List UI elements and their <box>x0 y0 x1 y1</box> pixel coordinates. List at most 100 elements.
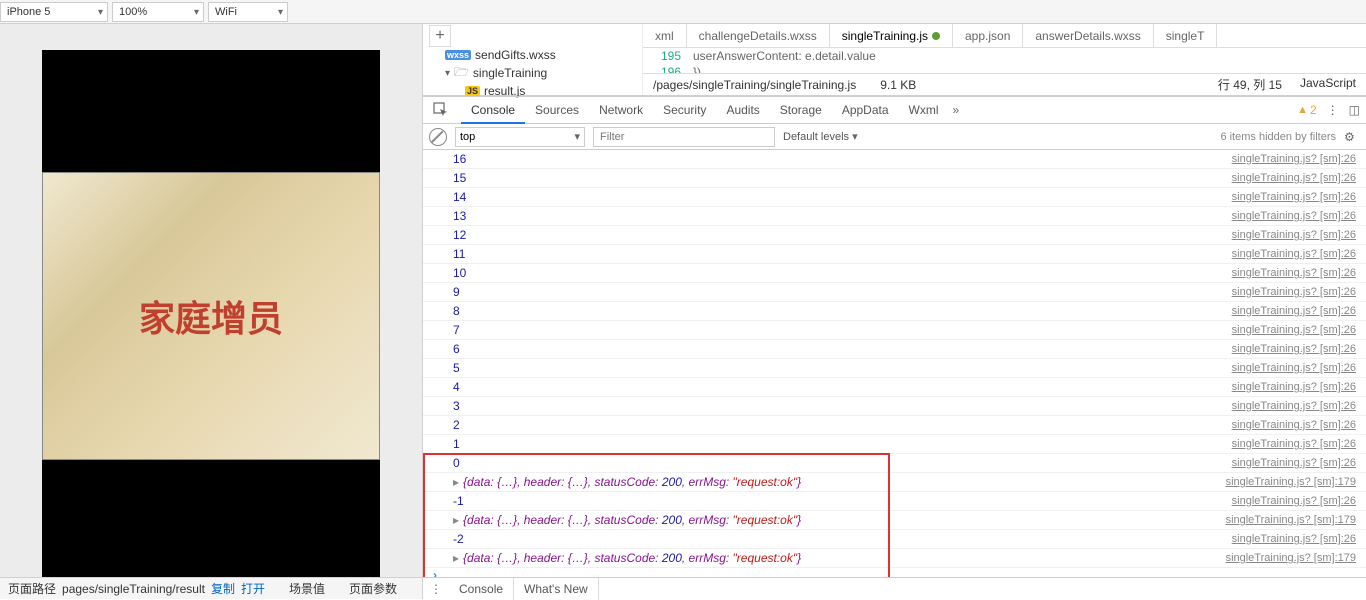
console-source-link[interactable]: singleTraining.js? [sm]:26 <box>1232 267 1366 279</box>
console-source-link[interactable]: singleTraining.js? [sm]:26 <box>1232 343 1366 355</box>
console-source-link[interactable]: singleTraining.js? [sm]:26 <box>1232 210 1366 222</box>
params-label: 页面参数 <box>349 580 397 597</box>
console-source-link[interactable]: singleTraining.js? [sm]:26 <box>1232 495 1366 507</box>
console-row[interactable]: 11singleTraining.js? [sm]:26 <box>423 245 1366 264</box>
console-source-link[interactable]: singleTraining.js? [sm]:179 <box>1226 514 1366 526</box>
app-screen[interactable]: 家庭增员 <box>42 172 380 460</box>
console-source-link[interactable]: singleTraining.js? [sm]:26 <box>1232 419 1366 431</box>
new-file-button[interactable]: + <box>429 25 451 47</box>
devtools-tab-network[interactable]: Network <box>589 97 653 124</box>
devtools-tab-wxml[interactable]: Wxml <box>899 97 949 124</box>
warnings-count[interactable]: ▲ 2 <box>1297 103 1317 117</box>
console-source-link[interactable]: singleTraining.js? [sm]:26 <box>1232 286 1366 298</box>
console-row[interactable]: 10singleTraining.js? [sm]:26 <box>423 264 1366 283</box>
dock-side-icon[interactable]: ◫ <box>1349 103 1360 117</box>
editor-tab[interactable]: singleT <box>1154 24 1218 47</box>
console-source-link[interactable]: singleTraining.js? [sm]:26 <box>1232 362 1366 374</box>
console-object[interactable]: {data: {…}, header: {…}, statusCode: 200… <box>463 513 801 527</box>
more-tabs-button[interactable]: » <box>953 103 960 117</box>
simulator-panel: 家庭增员 页面路径 pages/singleTraining/result 复制… <box>0 24 422 599</box>
editor-tab[interactable]: challengeDetails.wxss <box>687 24 830 47</box>
devtools-tab-appdata[interactable]: AppData <box>832 97 899 124</box>
console-row[interactable]: 7singleTraining.js? [sm]:26 <box>423 321 1366 340</box>
console-output[interactable]: 16singleTraining.js? [sm]:2615singleTrai… <box>423 150 1366 577</box>
file-language: JavaScript <box>1300 76 1356 93</box>
console-settings-button[interactable]: ⚙ <box>1344 130 1360 144</box>
execution-context-select[interactable]: top <box>455 127 585 147</box>
log-levels-select[interactable]: Default levels <box>783 130 858 143</box>
editor-tab-active[interactable]: singleTraining.js <box>830 24 953 47</box>
editor-tab[interactable]: answerDetails.wxss <box>1023 24 1153 47</box>
console-row[interactable]: 15singleTraining.js? [sm]:26 <box>423 169 1366 188</box>
editor-status-bar: /pages/singleTraining/singleTraining.js9… <box>643 73 1366 95</box>
console-value: 2 <box>453 418 460 432</box>
console-row[interactable]: 16singleTraining.js? [sm]:26 <box>423 150 1366 169</box>
network-select[interactable]: WiFi <box>208 2 288 22</box>
open-path-link[interactable]: 打开 <box>241 580 265 597</box>
console-row[interactable]: -2singleTraining.js? [sm]:26 <box>423 530 1366 549</box>
drawer-tab-whatsnew[interactable]: What's New <box>514 578 599 600</box>
editor-tab[interactable]: xml <box>643 24 687 47</box>
device-select[interactable]: iPhone 5 <box>0 2 108 22</box>
console-source-link[interactable]: singleTraining.js? [sm]:26 <box>1232 533 1366 545</box>
console-source-link[interactable]: singleTraining.js? [sm]:179 <box>1226 552 1366 564</box>
expand-arrow-icon[interactable]: ▸ <box>453 475 459 489</box>
console-object[interactable]: {data: {…}, header: {…}, statusCode: 200… <box>463 551 801 565</box>
devtools-tab-sources[interactable]: Sources <box>525 97 589 124</box>
console-source-link[interactable]: singleTraining.js? [sm]:26 <box>1232 381 1366 393</box>
console-source-link[interactable]: singleTraining.js? [sm]:26 <box>1232 172 1366 184</box>
console-source-link[interactable]: singleTraining.js? [sm]:179 <box>1226 476 1366 488</box>
console-value: 14 <box>453 190 466 204</box>
file-tree: + wxsssendGifts.wxss ▾🗁singleTraining JS… <box>423 24 643 95</box>
console-value: 9 <box>453 285 460 299</box>
code-area[interactable]: 195userAnswerContent: e.detail.value 196… <box>643 48 1366 73</box>
console-row[interactable]: 14 singleTraining.js? [sm]:26 <box>423 188 1366 207</box>
console-source-link[interactable]: singleTraining.js? [sm]:26 <box>1232 400 1366 412</box>
zoom-select[interactable]: 100% <box>112 2 204 22</box>
console-row[interactable]: 6singleTraining.js? [sm]:26 <box>423 340 1366 359</box>
console-row[interactable]: 8singleTraining.js? [sm]:26 <box>423 302 1366 321</box>
console-row[interactable]: 2 singleTraining.js? [sm]:26 <box>423 416 1366 435</box>
console-row[interactable]: ▸ {data: {…}, header: {…}, statusCode: 20… <box>423 473 1366 492</box>
devtools-panel: Console Sources Network Security Audits … <box>423 96 1366 577</box>
devtools-tab-security[interactable]: Security <box>653 97 716 124</box>
phone-frame: 家庭增员 <box>42 50 380 577</box>
console-row[interactable]: 1singleTraining.js? [sm]:26 <box>423 435 1366 454</box>
console-source-link[interactable]: singleTraining.js? [sm]:26 <box>1232 229 1366 241</box>
console-filter-input[interactable] <box>593 127 775 147</box>
inspect-element-button[interactable] <box>429 98 453 122</box>
console-source-link[interactable]: singleTraining.js? [sm]:26 <box>1232 324 1366 336</box>
file-path: /pages/singleTraining/singleTraining.js <box>653 78 856 92</box>
devtools-tab-audits[interactable]: Audits <box>716 97 769 124</box>
kebab-menu-icon[interactable]: ⋮ <box>1327 103 1339 117</box>
expand-arrow-icon[interactable]: ▸ <box>453 551 459 565</box>
console-source-link[interactable]: singleTraining.js? [sm]:26 <box>1232 248 1366 260</box>
devtools-tab-console[interactable]: Console <box>461 97 525 124</box>
console-object[interactable]: {data: {…}, header: {…}, statusCode: 200… <box>463 475 801 489</box>
console-source-link[interactable]: singleTraining.js? [sm]:26 <box>1232 153 1366 165</box>
console-source-link[interactable]: singleTraining.js? [sm]:26 <box>1232 438 1366 450</box>
file-tree-folder[interactable]: ▾🗁singleTraining <box>423 64 642 82</box>
drawer-tab-console[interactable]: Console <box>449 578 514 600</box>
console-row[interactable]: 0singleTraining.js? [sm]:26 <box>423 454 1366 473</box>
console-row[interactable]: 3singleTraining.js? [sm]:26 <box>423 397 1366 416</box>
console-row[interactable]: 5singleTraining.js? [sm]:26 <box>423 359 1366 378</box>
console-row[interactable]: 13singleTraining.js? [sm]:26 <box>423 207 1366 226</box>
console-row[interactable]: 12singleTraining.js? [sm]:26 <box>423 226 1366 245</box>
editor-tab[interactable]: app.json <box>953 24 1023 47</box>
clear-console-button[interactable] <box>429 128 447 146</box>
console-prompt[interactable]: › <box>423 568 1366 577</box>
console-source-link[interactable]: singleTraining.js? [sm]:26 <box>1232 191 1366 203</box>
copy-path-link[interactable]: 复制 <box>211 580 235 597</box>
expand-arrow-icon[interactable]: ▸ <box>453 513 459 527</box>
drawer-menu-button[interactable]: ⋮ <box>423 582 449 596</box>
console-row[interactable]: -1singleTraining.js? [sm]:26 <box>423 492 1366 511</box>
console-source-link[interactable]: singleTraining.js? [sm]:26 <box>1232 305 1366 317</box>
devtools-tab-storage[interactable]: Storage <box>770 97 832 124</box>
console-row[interactable]: ▸ {data: {…}, header: {…}, statusCode: 20… <box>423 549 1366 568</box>
console-source-link[interactable]: singleTraining.js? [sm]:26 <box>1232 457 1366 469</box>
console-row[interactable]: ▸ {data: {…}, header: {…}, statusCode: 20… <box>423 511 1366 530</box>
file-tree-item[interactable]: wxsssendGifts.wxss <box>423 46 642 64</box>
console-row[interactable]: 4singleTraining.js? [sm]:26 <box>423 378 1366 397</box>
console-row[interactable]: 9 singleTraining.js? [sm]:26 <box>423 283 1366 302</box>
